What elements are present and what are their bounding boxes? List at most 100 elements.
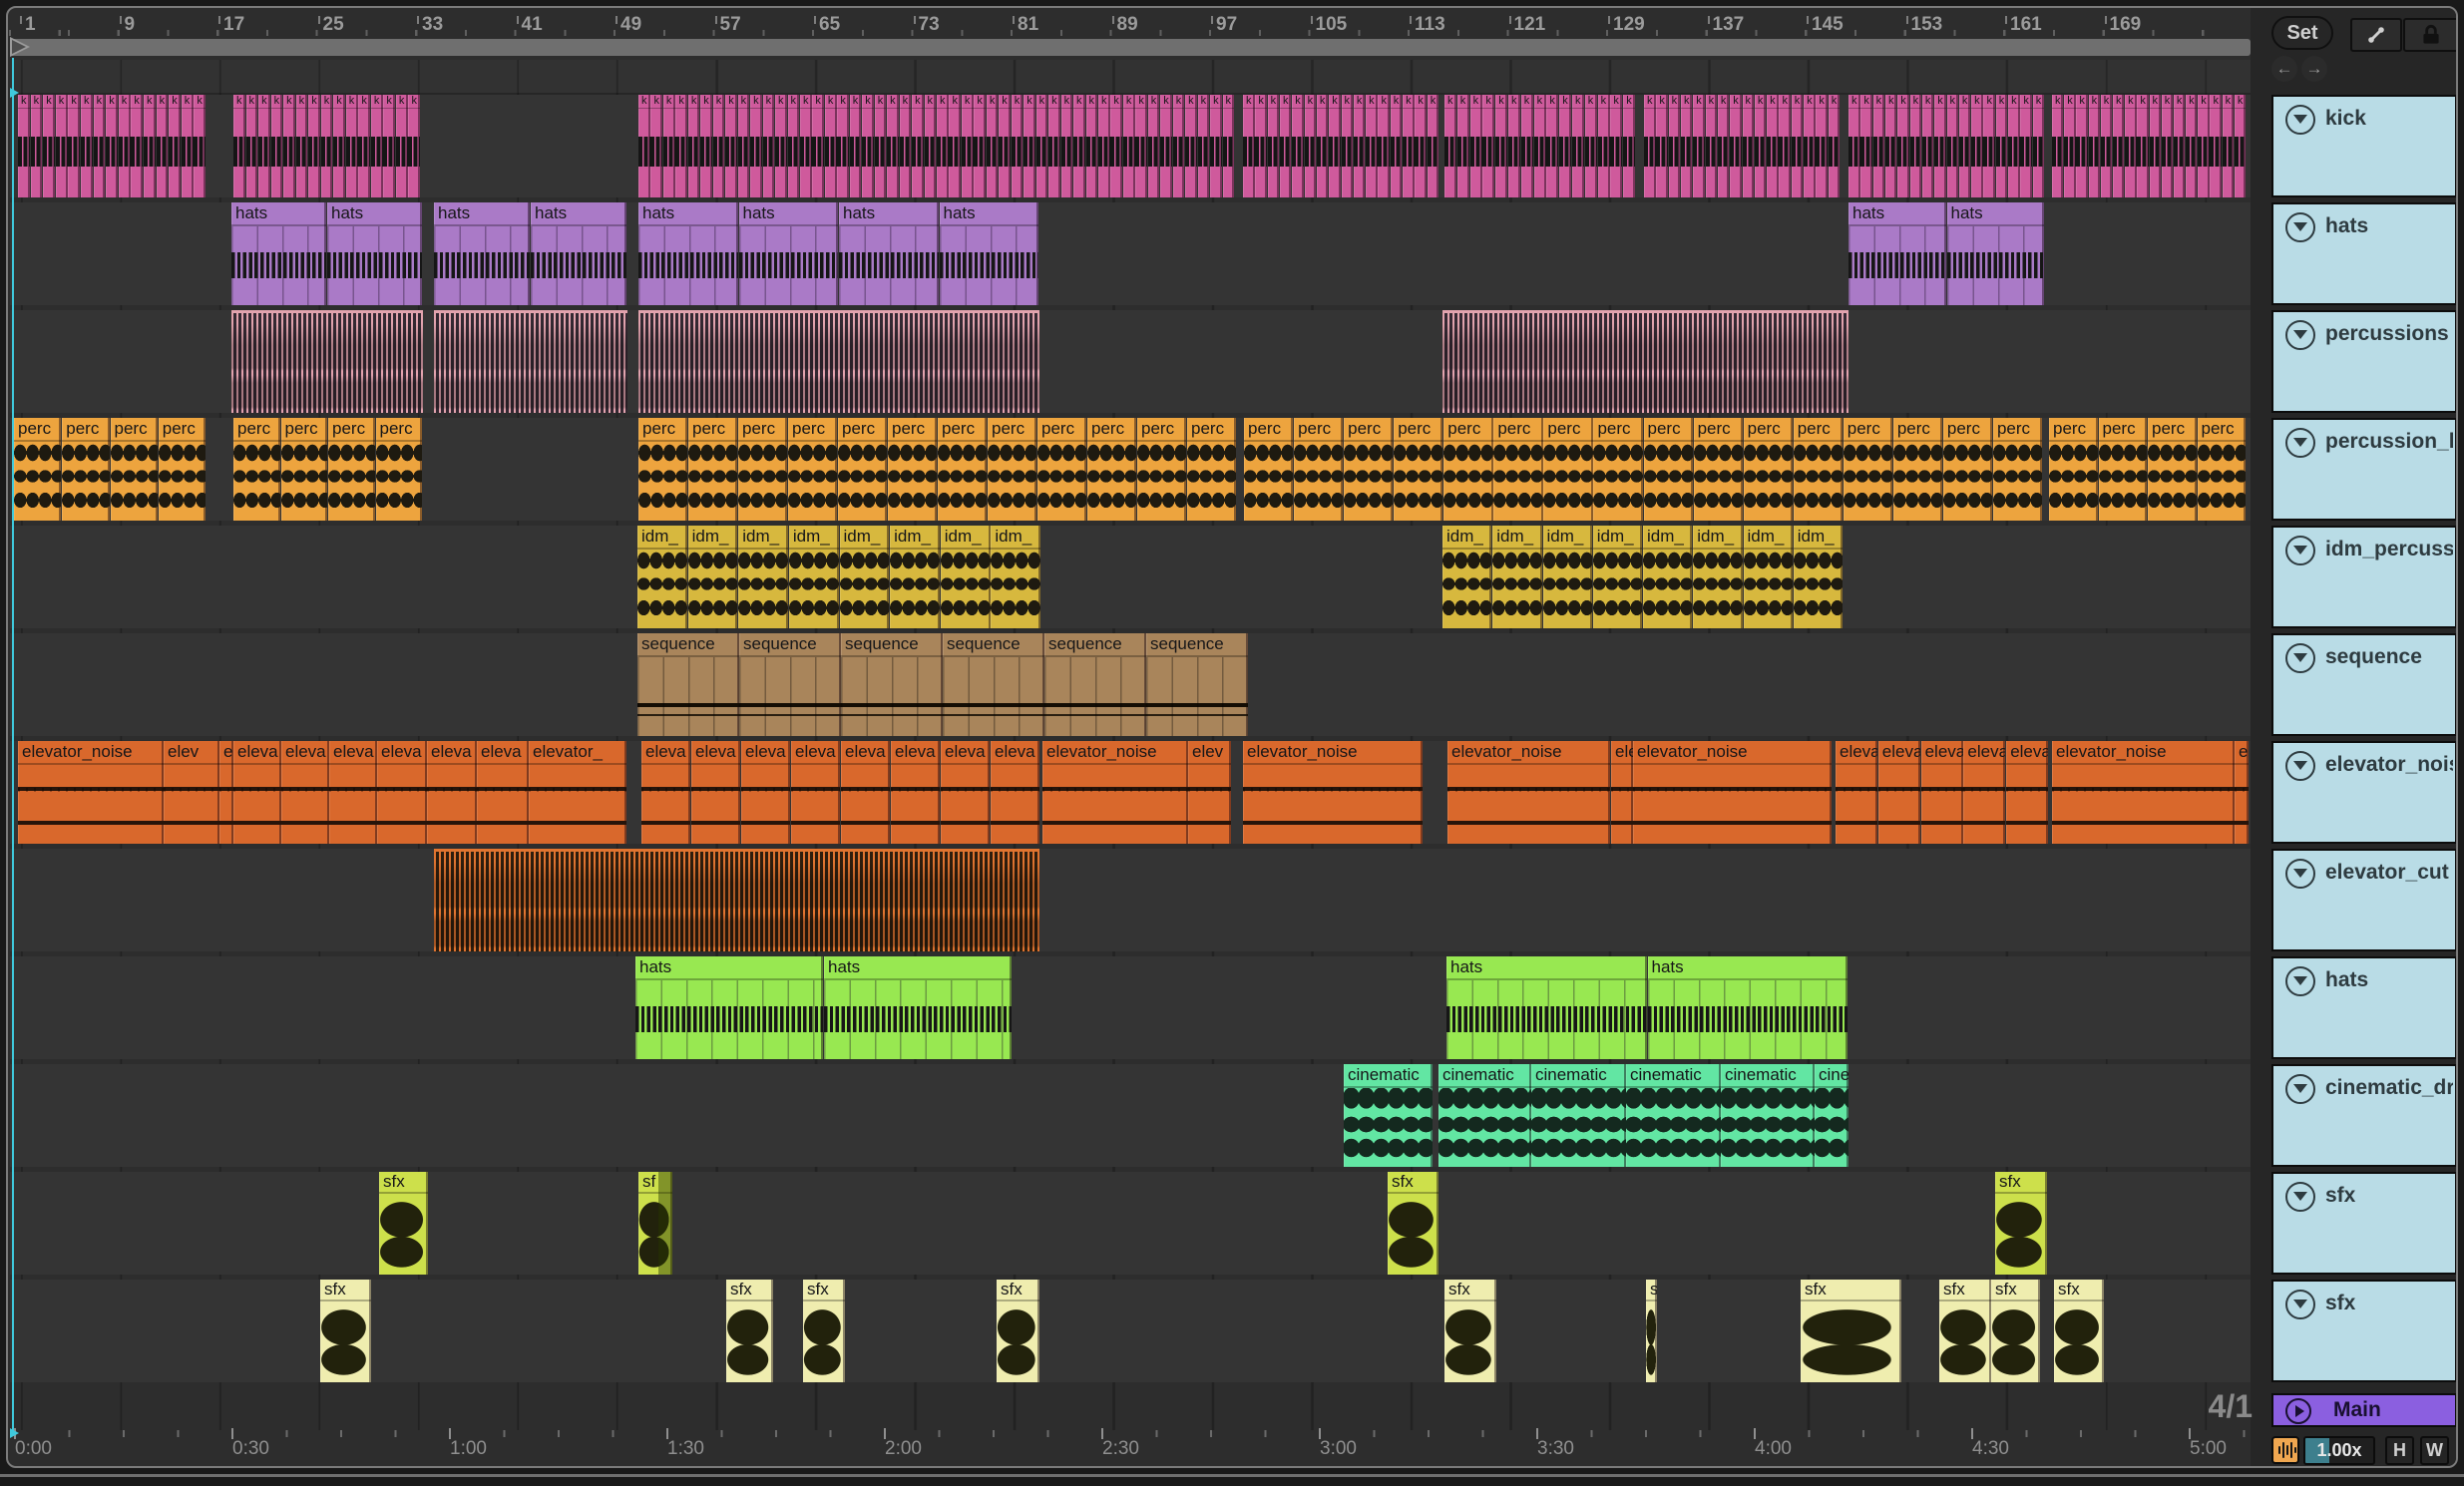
clip-k[interactable]: k [1572,95,1584,197]
clip-perc[interactable]: perc [938,418,988,521]
clip-k[interactable]: k [1122,95,1135,197]
clip-eleva[interactable]: eleva [941,741,991,844]
clip-k[interactable]: k [1872,95,1885,197]
clip-k[interactable]: k [245,95,258,197]
clip-k[interactable]: k [775,95,787,197]
clip-perc[interactable]: perc [1843,418,1892,521]
clip-k[interactable]: k [1656,95,1668,197]
clip-perc[interactable]: perc [1543,418,1593,521]
zoom-to-fit-button[interactable] [2271,1436,2299,1464]
lock-button[interactable] [2403,18,2456,52]
clip-perc[interactable]: perc [280,418,328,521]
clip-k[interactable]: k [924,95,937,197]
clip-idm_[interactable]: idm_ [890,526,940,628]
clip-perc[interactable]: perc [2148,418,2197,521]
clip-k[interactable]: k [283,95,295,197]
clip-sequence[interactable]: sequence [943,633,1044,736]
track-header-hats[interactable]: hats [2271,202,2456,305]
clip-eleva[interactable]: eleva [329,741,377,844]
clip-perc[interactable]: perc [1743,418,1793,521]
clip-perc[interactable]: perc [1942,418,1993,521]
fold-arrow-icon[interactable] [2285,966,2315,996]
clip-k[interactable]: k [194,95,206,197]
clip-perc[interactable]: perc [1593,418,1643,521]
clip-k[interactable]: k [131,95,144,197]
clip-k[interactable]: k [2222,95,2234,197]
clip-k[interactable]: k [169,95,181,197]
clip-perc[interactable]: perc [158,418,206,521]
track-header-idm_percussi[interactable]: idm_percussi [2271,526,2456,628]
clip-cinematic[interactable]: cinematic [1721,1064,1815,1167]
draw-link-button[interactable] [2350,18,2402,52]
forward-arrow-button[interactable]: → [2301,56,2327,82]
clip-k[interactable]: k [2088,95,2100,197]
clip-sequence[interactable]: sequence [1146,633,1248,736]
clip-eleva[interactable]: eleva [477,741,529,844]
clip-eleva[interactable]: eleva [1877,741,1920,844]
clip-perc[interactable]: perc [1992,418,2043,521]
track-header-sfx[interactable]: sfx [2271,1280,2456,1382]
clip-k[interactable]: k [1482,95,1495,197]
clip-hats[interactable]: hats [531,202,627,305]
clip-idm_[interactable]: idm_ [1793,526,1844,628]
clip-elevator_noise[interactable]: elevator_noise [18,741,164,844]
clip-k[interactable]: k [1779,95,1791,197]
clip-hats[interactable]: hats [1848,202,1946,305]
clip-elev[interactable]: elev [2235,741,2249,844]
clip-hats[interactable]: hats [1446,956,1647,1059]
clip-perc[interactable]: perc [2049,418,2098,521]
fold-arrow-icon[interactable] [2285,1074,2315,1104]
clip-hats[interactable]: hats [839,202,939,305]
clip-k[interactable]: k [887,95,899,197]
clip-sequence[interactable]: sequence [1044,633,1146,736]
clip-elevator_noise[interactable]: elevator_noise [1447,741,1610,844]
clip-hats[interactable]: hats [635,956,824,1059]
clip-sfx[interactable]: sfx [2054,1280,2104,1382]
clip-k[interactable]: k [2032,95,2045,197]
track-header-percussion_l[interactable]: percussion_l [2271,418,2456,521]
clip-eleva[interactable]: eleva [841,741,891,844]
clip-k[interactable]: k [2064,95,2076,197]
clip-elevator_noise[interactable]: elevator_noise [1042,741,1188,844]
clip-k[interactable]: k [2198,95,2210,197]
fold-arrow-icon[interactable] [2285,1290,2315,1319]
clip-cinematic[interactable]: cinematic [1626,1064,1721,1167]
clip-k[interactable]: k [974,95,987,197]
track-header-elevator_cut[interactable]: elevator_cut [2271,849,2456,951]
clip-eleva[interactable]: eleva [641,741,691,844]
clip-k[interactable]: k [1767,95,1779,197]
clip-sfx[interactable]: sfx [1444,1280,1496,1382]
clip-k[interactable]: k [81,95,93,197]
height-zoom-button[interactable]: H [2385,1436,2414,1465]
clip-k[interactable]: k [270,95,283,197]
clip-k[interactable]: k [2076,95,2088,197]
track-header-elevator_nois[interactable]: elevator_nois [2271,741,2456,844]
clip-perc[interactable]: perc [1244,418,1294,521]
clip-sfx[interactable]: sfx [997,1280,1039,1382]
clip-k[interactable]: k [2052,95,2064,197]
clip-perc[interactable]: perc [888,418,938,521]
track-header-hats[interactable]: hats [2271,956,2456,1059]
clip-k[interactable]: k [2125,95,2137,197]
clip-perc[interactable]: perc [838,418,888,521]
clip-k[interactable]: k [1680,95,1693,197]
bottom-scroll-strip[interactable] [0,1474,2464,1477]
clip-perc[interactable]: perc [62,418,110,521]
clip-k[interactable]: k [1279,95,1292,197]
fold-arrow-icon[interactable] [2285,320,2315,350]
clip-eleva[interactable]: eleva [891,741,941,844]
clip-k[interactable]: k [1610,95,1623,197]
clip-k[interactable]: k [295,95,308,197]
clip-idm_[interactable]: idm_ [1693,526,1743,628]
clip-k[interactable]: k [1316,95,1329,197]
clip-hats[interactable]: hats [824,956,1013,1059]
clip-eleva[interactable]: eleva [1920,741,1963,844]
clip-sfx[interactable]: sfx [1388,1172,1438,1275]
clip-k[interactable]: k [2149,95,2161,197]
clip-k[interactable]: k [30,95,43,197]
clip-k[interactable]: k [1456,95,1469,197]
clip-eleva[interactable]: eleva [791,741,841,844]
clip-idm_[interactable]: idm_ [839,526,890,628]
clip-perc[interactable]: perc [1294,418,1344,521]
clip-k[interactable]: k [1415,95,1427,197]
